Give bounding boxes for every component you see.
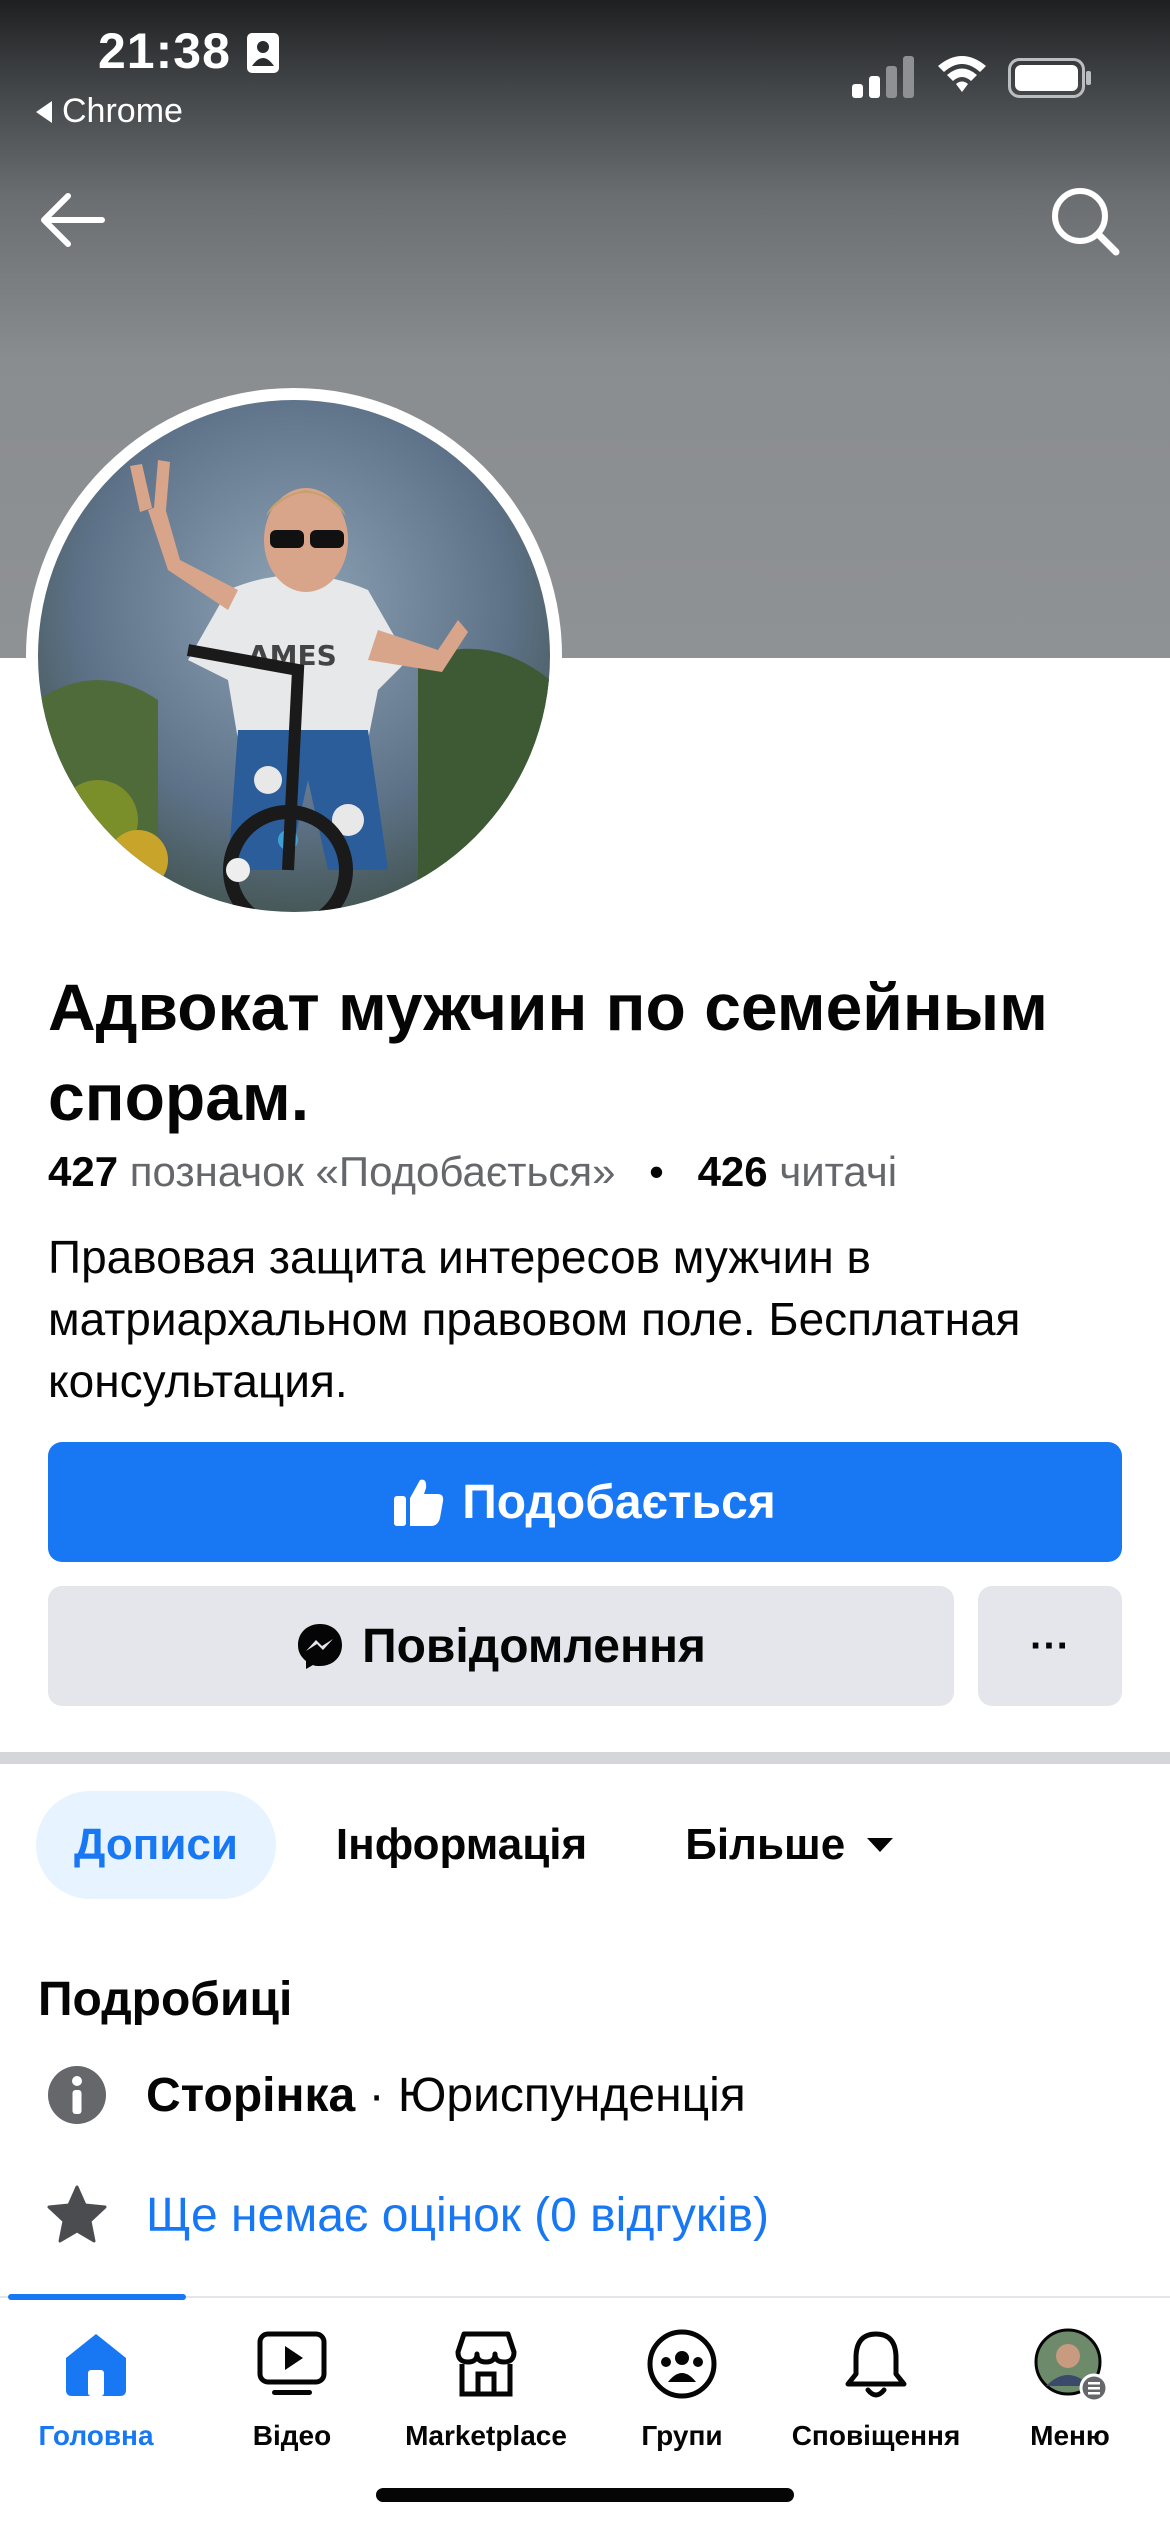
back-to-app-link[interactable]: Chrome [36,92,183,131]
page-type-sep: · [355,2068,398,2122]
followers-label[interactable]: читачі [779,1148,897,1195]
page-category-text: Сторінка · Юриспунденція [146,2068,746,2123]
video-icon [257,2331,327,2395]
active-tab-indicator [8,2294,186,2300]
caret-down-icon [867,1838,894,1852]
thumbs-up-icon [394,1479,444,1526]
tab-posts[interactable]: Дописи [36,1791,276,1899]
tab-more-label: Більше [685,1820,846,1869]
status-time: 21:38 [98,23,231,79]
nav-marketplace[interactable]: Marketplace [386,2326,586,2452]
id-card-icon [247,33,279,73]
groups-icon [647,2329,717,2399]
back-app-label: Chrome [62,92,183,130]
profile-tabs: Дописи Інформація Більше [36,1790,931,1900]
home-indicator[interactable] [376,2488,794,2502]
followers-count: 426 [697,1148,768,1195]
page-stats: 427 позначок «Подобається» • 426 читачі [48,1148,897,1196]
page-category: Юриспунденція [397,2068,746,2122]
nav-menu-label: Меню [1030,2420,1110,2451]
ratings-row[interactable]: Ще немає оцінок (0 відгуків) [46,2184,769,2246]
nav-home-label: Головна [38,2420,154,2451]
profile-avatar[interactable]: AMES [38,400,550,912]
like-button[interactable]: Подобається [48,1442,1122,1562]
message-button-label: Повідомлення [362,1619,706,1673]
section-divider [0,1752,1170,1764]
message-button[interactable]: Повідомлення [48,1586,954,1706]
nav-groups[interactable]: Групи [582,2326,782,2452]
back-triangle-icon [36,100,52,123]
tab-more[interactable]: Більше [647,1791,931,1899]
info-icon [48,2066,106,2124]
home-icon [66,2334,126,2396]
nav-video-label: Відео [252,2420,332,2451]
nav-notifications[interactable]: Сповіщення [776,2326,976,2452]
nav-menu[interactable]: Меню [970,2326,1170,2452]
nav-notifications-label: Сповіщення [791,2420,961,2451]
page-category-row: Сторінка · Юриспунденція [46,2064,746,2126]
stats-separator: • [649,1148,664,1195]
star-icon [47,2185,107,2243]
menu-avatar [1034,2328,1108,2402]
likes-label[interactable]: позначок «Подобається» [130,1148,616,1195]
wifi-icon [938,56,986,92]
like-button-label: Подобається [462,1475,776,1529]
page-type-label: Сторінка [146,2068,356,2122]
bell-icon [845,2331,907,2398]
signal-icon [852,56,914,98]
back-arrow-icon[interactable] [32,180,112,260]
avatar-photo: AMES [38,400,550,912]
tab-info[interactable]: Інформація [298,1791,625,1899]
page-description: Правовая защита интересов мужчин в матри… [48,1231,1021,1407]
details-title: Подробиці [38,1973,293,2026]
search-icon[interactable] [1044,180,1124,260]
marketplace-icon [455,2331,517,2397]
more-options-button[interactable]: ··· [978,1586,1122,1706]
more-options-label: ··· [1030,1623,1070,1668]
battery-icon [1008,58,1091,98]
nav-video[interactable]: Відео [192,2326,392,2452]
nav-home[interactable]: Головна [0,2326,196,2452]
nav-marketplace-label: Marketplace [405,2420,567,2451]
ratings-link[interactable]: Ще немає оцінок (0 відгуків) [146,2188,769,2243]
likes-count: 427 [48,1148,119,1195]
page-title: Адвокат мужчин по семейным спорам. [48,970,1048,1134]
nav-groups-label: Групи [641,2420,723,2451]
messenger-icon [298,1624,343,1669]
